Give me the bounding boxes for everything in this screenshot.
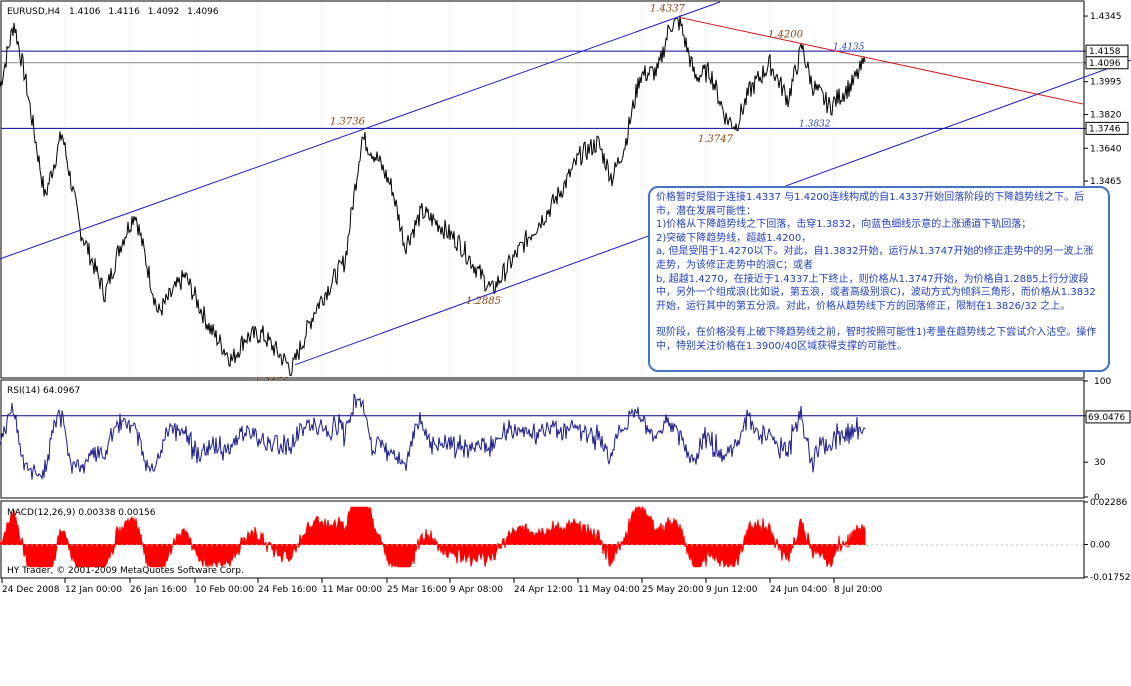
note-line: 价格暂时受阻于连接1.4337 与1.4200连线构成的自1.4337开始回落阶… — [656, 192, 1085, 217]
price-axis-label: 1.3640 — [1090, 144, 1122, 154]
price-annotation: 1.3747 — [698, 134, 734, 145]
copyright-label: HY Trader, © 2001-2009 MetaQuotes Softwa… — [7, 566, 244, 576]
price-annotation: 1.4200 — [768, 29, 804, 40]
time-axis-label: 11 May 04:00 — [578, 585, 640, 595]
price-axis-ticks: 1.4345 1.4158 1.4096 1.3995 1.3820 1.3746 1.36… — [1084, 12, 1122, 187]
price-annotation: 1.4135 — [833, 42, 865, 52]
time-axis-label: 8 Jul 20:00 — [834, 585, 883, 595]
price-pane-title: EURUSD,H4 1.4106 1.4116 1.4092 1.4096 — [7, 7, 219, 17]
time-axis-label: 25 Mar 16:00 — [387, 585, 447, 595]
price-axis-label: 1.3820 — [1090, 111, 1122, 121]
rsi-axis-label: 30 — [1094, 458, 1106, 468]
time-axis-label: 9 Jun 12:00 — [706, 585, 758, 595]
macd-axis-label: 0.00 — [1090, 540, 1110, 550]
note-line: a, 但是受阻于1.4270以下。对此，自1.3832开始，运行从1.3747开… — [656, 246, 1094, 271]
time-axis-label: 25 May 20:00 — [642, 585, 704, 595]
price-axis-label: 1.4345 — [1090, 12, 1122, 22]
price-annotation: 1.4337 — [650, 4, 686, 15]
price-level-tag-label: 1.3746 — [1089, 124, 1121, 134]
macd-pane: 0.02286 0.00 -0.01752 MACD(12,26,9) 0.0033… — [0, 498, 1130, 583]
price-level-tag-label: 1.4096 — [1089, 59, 1121, 69]
time-axis-label: 24 Jun 04:00 — [770, 585, 827, 595]
time-axis-label: 11 Mar 00:00 — [322, 585, 382, 595]
time-axis-label: 12 Jan 00:00 — [65, 585, 122, 595]
rsi-pane-title: RSI(14) 64.0967 — [7, 386, 80, 396]
price-axis-label: 1.3995 — [1090, 78, 1122, 88]
note-spacer — [656, 313, 1102, 326]
analysis-note-box: 价格暂时受阻于连接1.4337 与1.4200连线构成的自1.4337开始回落阶… — [648, 186, 1110, 372]
rsi-axis-ticks: 10070300 — [1084, 377, 1111, 503]
time-axis-label: 24 Apr 12:00 — [514, 585, 573, 595]
price-level-tag-label: 1.4158 — [1089, 47, 1121, 57]
note-line: 现阶段，在价格没有上破下降趋势线之前，智时按照可能性1)考量在趋势线之下尝试介入… — [656, 327, 1097, 352]
macd-pane-title: MACD(12,26,9) 0.00338 0.00156 — [7, 508, 156, 518]
price-annotation: 1.3832 — [799, 119, 831, 129]
rsi-value-tag-label: 69.0476 — [1088, 413, 1125, 423]
rsi-pane-frame — [0, 379, 1085, 499]
note-line: b, 超越1.4270，在接近于1.4337上下终止，则价格从1.3747开始，… — [656, 273, 1096, 312]
time-axis-label: 10 Feb 00:00 — [195, 585, 254, 595]
macd-axis-ticks: 0.02286 0.00 -0.01752 — [1084, 498, 1130, 583]
rsi-axis-label: 100 — [1094, 377, 1111, 387]
time-axis-label: 26 Jan 16:00 — [130, 585, 187, 595]
time-axis-label: 24 Dec 2008 — [2, 585, 60, 595]
rsi-pane: 10070300 69.0476 RSI(14) 64.0967 — [0, 377, 1131, 503]
note-line: 1)价格从下降趋势线之下回落，击穿1.3832，向蓝色细线示意的上涨通道下轨回落… — [656, 219, 1032, 231]
price-annotation: 1.2885 — [466, 296, 501, 307]
time-axis: 24 Dec 2008 12 Jan 00:00 26 Jan 16:00 10 Fe… — [1, 577, 1084, 595]
price-annotation: 1.3736 — [330, 116, 366, 127]
note-line: 2)突破下降趋势线，超越1.4200， — [656, 232, 812, 244]
price-line-tags: 1.4158 1.4096 1.3746 — [1085, 44, 1129, 135]
rsi-current-tag: 69.0476 — [1085, 410, 1131, 424]
time-axis-label: 9 Apr 08:00 — [450, 585, 503, 595]
time-axis-label: 24 Feb 16:00 — [258, 585, 317, 595]
macd-axis-label: 0.02286 — [1090, 498, 1127, 508]
macd-axis-label: -0.01752 — [1090, 573, 1130, 583]
